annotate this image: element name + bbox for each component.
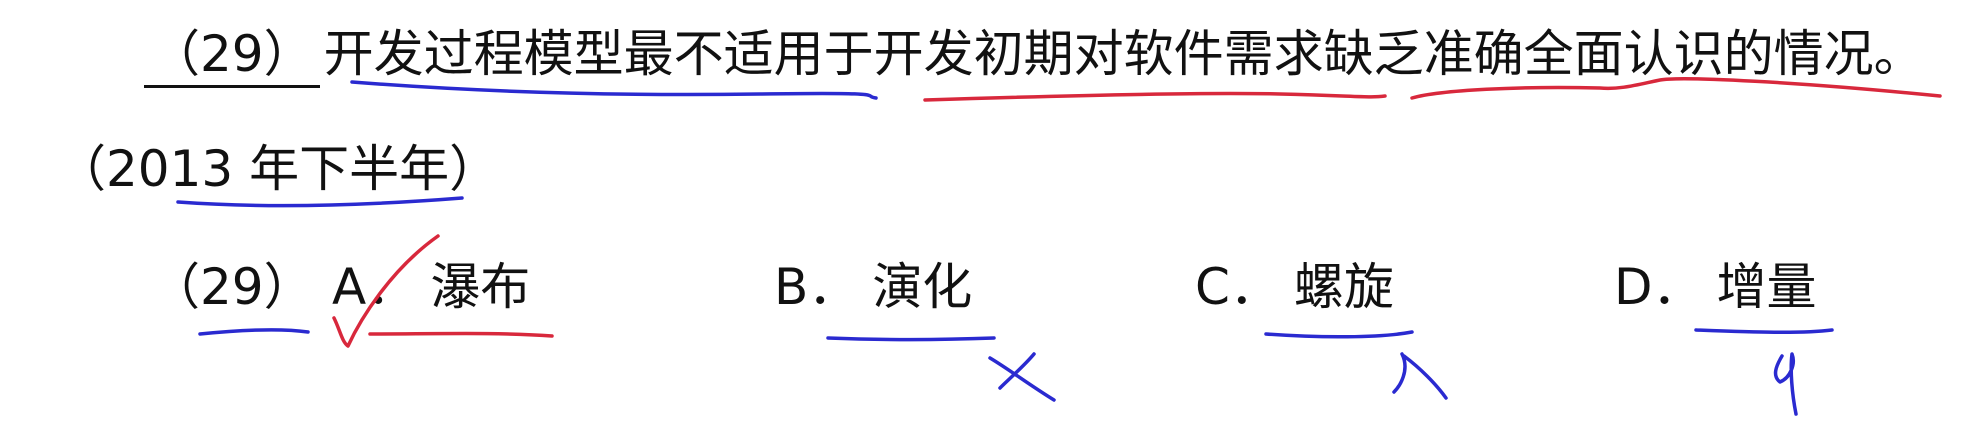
option-c-text: 螺旋: [1293, 258, 1394, 316]
blue-underline-options-number: [198, 328, 310, 336]
option-d: D． 增量: [1614, 257, 1817, 317]
red-underline-option-a: [368, 331, 554, 338]
option-b-letter: B．: [774, 258, 859, 316]
option-c: C． 螺旋: [1195, 257, 1394, 317]
blue-underline-option-d: [1694, 328, 1834, 335]
blue-cross-mark-option-d: [1773, 352, 1798, 416]
option-d-letter: D．: [1614, 258, 1703, 316]
option-d-text: 增量: [1716, 258, 1817, 316]
options-number: （29）: [150, 257, 314, 317]
blue-cross-mark-option-b: [988, 352, 1056, 402]
question-line: （29） 开发过程模型最不适用于开发初期对软件需求缺乏准确全面认识的情况。: [144, 24, 1924, 88]
option-c-letter: C．: [1195, 258, 1280, 316]
blue-underline-option-c: [1264, 330, 1414, 339]
option-a-letter: A．: [332, 258, 417, 316]
blue-underline-option-b: [826, 336, 996, 342]
options-number-text: （29）: [150, 258, 314, 316]
blue-cross-mark-option-c: [1392, 352, 1448, 400]
option-a: A． 瀑布: [332, 257, 530, 317]
question-number-blank: （29）: [144, 25, 320, 88]
blue-underline-year: [176, 196, 464, 208]
source-year: （2013 年下半年）: [56, 139, 499, 199]
option-b: B． 演化: [774, 257, 972, 317]
option-a-text: 瀑布: [430, 258, 531, 316]
blue-underline-question-start: [350, 80, 878, 100]
red-underline-question-middle: [923, 91, 1387, 102]
option-b-text: 演化: [872, 258, 973, 316]
source-year-text: （2013 年下半年）: [56, 140, 500, 198]
question-text: 开发过程模型最不适用于开发初期对软件需求缺乏准确全面认识的情况。: [323, 25, 1924, 83]
